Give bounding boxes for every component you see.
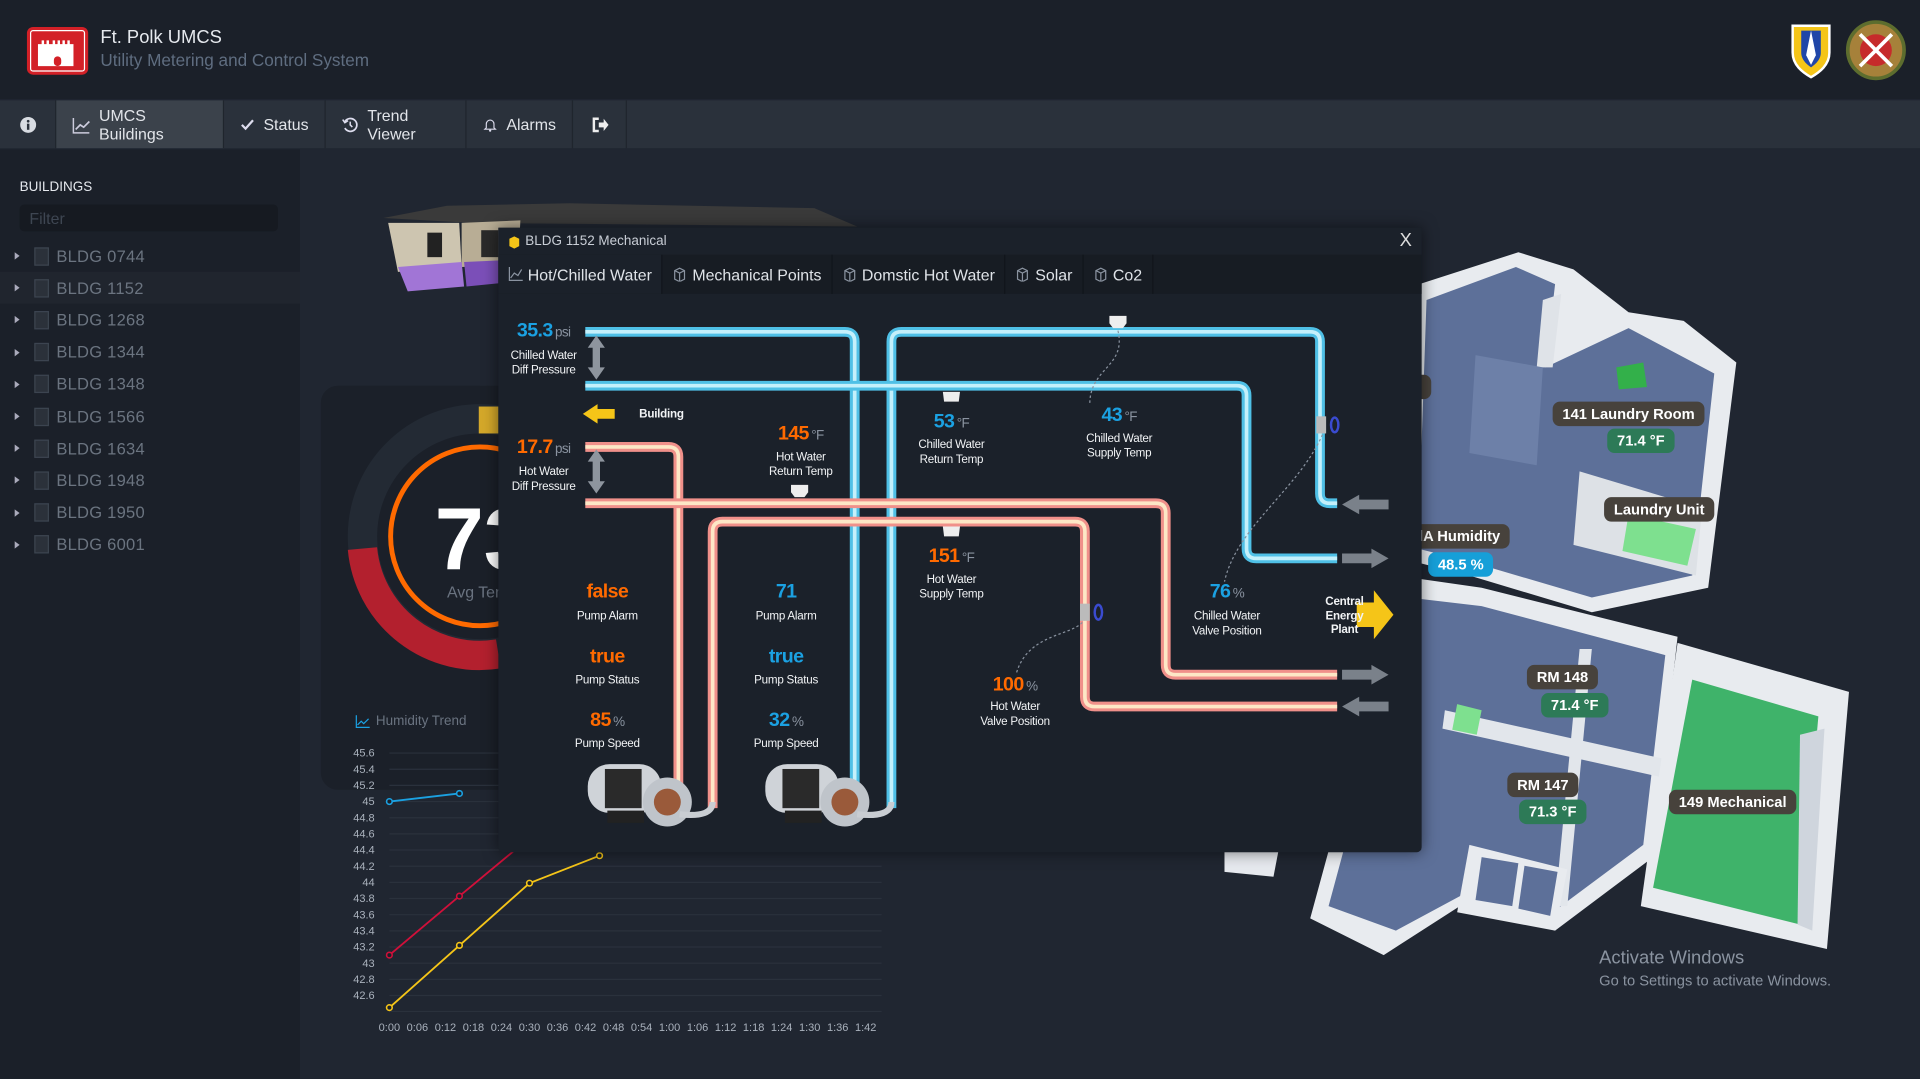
cw-valve-position-value: 76% bbox=[1209, 581, 1245, 603]
tab-label: Solar bbox=[1035, 265, 1073, 284]
tab-co2[interactable]: Co2 bbox=[1083, 254, 1154, 294]
cube-icon bbox=[1017, 267, 1029, 282]
room-label-laundry-room[interactable]: 141 Laundry Room bbox=[1552, 401, 1705, 427]
tab-label: Domstic Hot Water bbox=[861, 265, 995, 284]
temp-badge-laundry-room: 71.4 °F bbox=[1607, 428, 1675, 454]
hw-return-temp-label: Hot Water Return Temp bbox=[768, 450, 833, 479]
temp-badge-rm148: 71.4 °F bbox=[1541, 693, 1609, 718]
cube-icon bbox=[1095, 267, 1107, 282]
cube-icon bbox=[844, 267, 856, 282]
tab-label: Mechanical Points bbox=[692, 265, 822, 284]
activate-windows-title: Activate Windows bbox=[1599, 947, 1745, 969]
humidity-badge: 48.5 % bbox=[1428, 552, 1494, 577]
chart-icon bbox=[508, 266, 523, 282]
room-label-rm147[interactable]: RM 147 bbox=[1507, 772, 1579, 798]
hw-supply-temp-value: 151 °F bbox=[928, 546, 975, 567]
hot-pump-status-label: Pump Status bbox=[575, 673, 640, 687]
chilled-diff-pressure-value: 35.3 psi bbox=[516, 320, 571, 342]
cw-valve-position-label: Chilled Water Valve Position bbox=[1192, 609, 1262, 638]
hot-pump-speed-label: Pump Speed bbox=[574, 737, 640, 751]
hot-pump-speed-value: 85% bbox=[590, 710, 625, 732]
cw-return-temp-label: Chilled Water Return Temp bbox=[918, 438, 985, 466]
hydronic-schematic bbox=[582, 315, 1394, 827]
chilled-pump-speed-value: 32% bbox=[768, 710, 804, 732]
equipment-label-laundry-unit[interactable]: Laundry Unit bbox=[1604, 497, 1715, 522]
bldg-mechanical-dialog: BLDG 1152 Mechanical X Hot/Chilled Water… bbox=[498, 227, 1422, 853]
cw-return-temp-value: 53 °F bbox=[933, 411, 970, 433]
tab-hot-chilled-water[interactable]: Hot/Chilled Water bbox=[498, 254, 663, 294]
building-arrow-icon bbox=[582, 404, 615, 424]
temp-badge-rm147: 71.3 °F bbox=[1519, 799, 1587, 825]
tab-label: Co2 bbox=[1112, 265, 1143, 284]
chilled-water-pump bbox=[765, 764, 895, 827]
tab-label: Hot/Chilled Water bbox=[527, 265, 652, 284]
hw-supply-temp-label: Hot Water Supply Temp bbox=[919, 573, 984, 601]
dialog-close-button[interactable]: X bbox=[1400, 230, 1412, 251]
chilled-pump-speed-label: Pump Speed bbox=[753, 737, 819, 751]
chilled-water-pipes bbox=[585, 326, 1338, 809]
tab-solar[interactable]: Solar bbox=[1006, 254, 1084, 294]
activate-windows-subtitle: Go to Settings to activate Windows. bbox=[1599, 972, 1832, 990]
room-label-mechanical[interactable]: 149 Mechanical bbox=[1668, 789, 1797, 815]
hw-return-temp-value: 145 °F bbox=[777, 423, 824, 445]
dialog-title: BLDG 1152 Mechanical bbox=[525, 233, 667, 249]
hot-pump-alarm-value: false bbox=[586, 581, 629, 603]
central-energy-plant-label: Central Energy Plant bbox=[1325, 595, 1364, 637]
hot-diff-pressure-label: Hot Water Diff Pressure bbox=[511, 465, 576, 493]
hw-valve-position-value: 100% bbox=[992, 674, 1038, 696]
dialog-header: BLDG 1152 Mechanical bbox=[498, 227, 1422, 255]
cw-supply-temp-label: Chilled Water Supply Temp bbox=[1086, 432, 1153, 460]
room-label-rm148[interactable]: RM 148 bbox=[1526, 664, 1598, 690]
hot-pump-status-value: true bbox=[590, 646, 625, 668]
tab-mechanical-points[interactable]: Mechanical Points bbox=[663, 254, 833, 294]
building-arrow-label: Building bbox=[639, 407, 684, 422]
cube-icon bbox=[509, 235, 520, 248]
hot-water-pump bbox=[587, 764, 716, 827]
cw-supply-temp-value: 43 °F bbox=[1101, 405, 1137, 427]
cube-icon bbox=[674, 267, 686, 282]
hot-diff-pressure-value: 17.7 psi bbox=[516, 437, 571, 458]
app-root: Ft. Polk UMCS Utility Metering and Contr… bbox=[0, 0, 1920, 1079]
tab-domestic-hot-water[interactable]: Domstic Hot Water bbox=[833, 254, 1006, 294]
chilled-pump-alarm-value: 71 bbox=[775, 581, 797, 603]
dialog-tabs: Hot/Chilled Water Mechanical Points Doms… bbox=[498, 254, 1422, 294]
hw-valve-position-label: Hot Water Valve Position bbox=[980, 700, 1050, 728]
chilled-diff-pressure-label: Chilled Water Diff Pressure bbox=[510, 348, 577, 377]
chilled-pump-status-value: true bbox=[768, 646, 804, 668]
chilled-pump-alarm-label: Pump Alarm bbox=[755, 609, 817, 624]
chilled-pump-status-label: Pump Status bbox=[754, 673, 819, 687]
hot-pump-alarm-label: Pump Alarm bbox=[576, 609, 638, 624]
